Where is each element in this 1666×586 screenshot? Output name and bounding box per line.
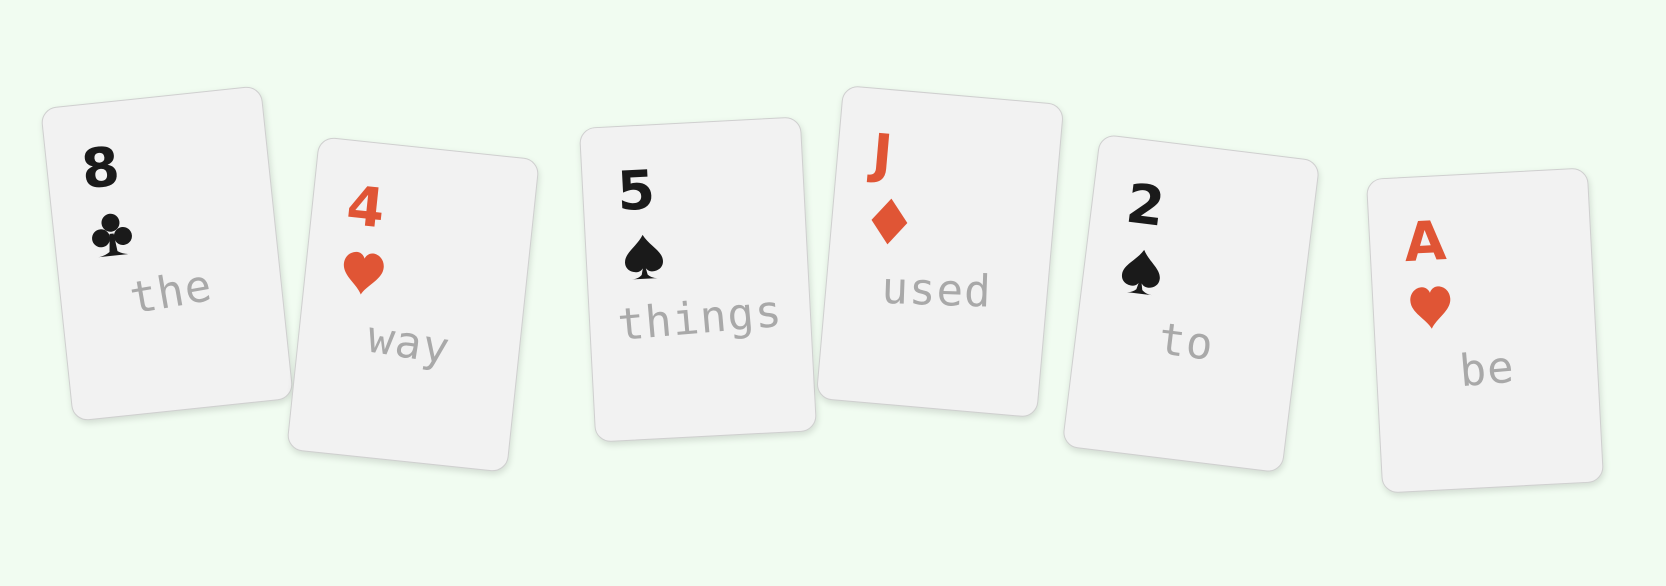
card-rank: 8 [78, 134, 122, 202]
spade-icon [1114, 244, 1170, 300]
card-3[interactable]: 5 things [578, 116, 818, 443]
card-word: to [1155, 313, 1217, 371]
card-word: things [615, 285, 785, 352]
card-word: way [364, 311, 454, 375]
card-rank: 5 [615, 158, 656, 224]
card-rank: 2 [1122, 171, 1167, 239]
club-icon [84, 206, 139, 261]
card-4[interactable]: J used [815, 84, 1065, 419]
card-rank: 4 [343, 173, 387, 241]
card-5[interactable]: 2 to [1061, 133, 1321, 474]
card-rank: A [1402, 209, 1447, 275]
diamond-icon [862, 194, 916, 248]
card-word: be [1457, 341, 1517, 398]
spade-icon [617, 231, 670, 284]
card-word: the [126, 260, 217, 325]
card-rank: J [869, 121, 895, 187]
card-table: 8 the 4 way 5 things J used 2 to A be [0, 0, 1666, 586]
heart-icon [1404, 282, 1457, 335]
card-1[interactable]: 8 the [40, 85, 294, 422]
heart-icon [335, 246, 390, 301]
card-word: used [880, 262, 993, 318]
card-6[interactable]: A be [1365, 167, 1605, 494]
card-2[interactable]: 4 way [286, 136, 540, 473]
